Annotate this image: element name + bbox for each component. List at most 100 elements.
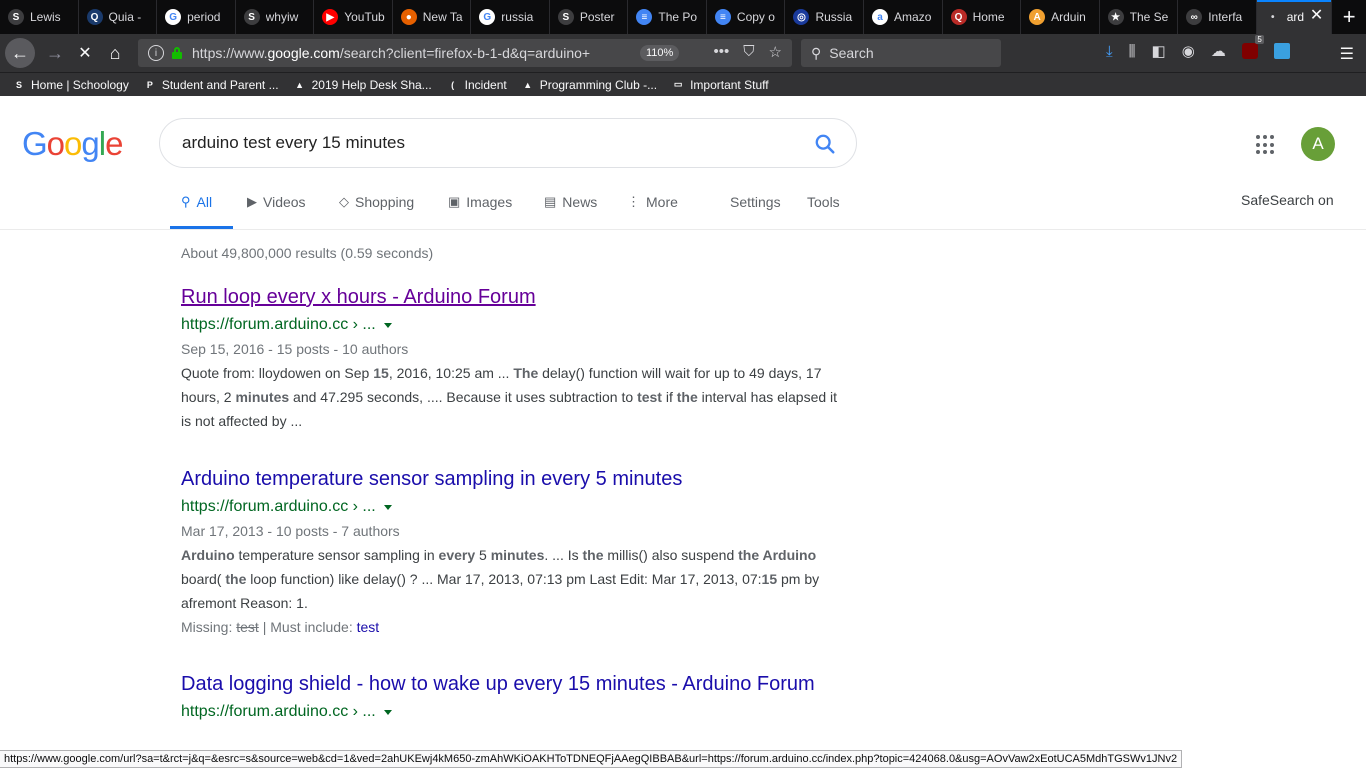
browser-tab[interactable]: S Lewis [0, 0, 79, 34]
bookmark-item[interactable]: ▲ Programming Club -... [521, 78, 657, 92]
google-apps-icon[interactable] [1256, 135, 1276, 155]
status-bar-link-preview: https://www.google.com/url?sa=t&rct=j&q=… [0, 750, 1183, 768]
bookmark-icon: ▭ [673, 79, 683, 89]
bookmark-item[interactable]: ▭ Important Stuff [671, 78, 769, 92]
browser-tab[interactable]: ∞ Interfa [1178, 0, 1257, 34]
close-tab-icon[interactable]: ✕ [1310, 8, 1323, 24]
zoom-badge[interactable]: 110% [640, 45, 680, 61]
account-icon[interactable]: ◉ [1182, 42, 1195, 60]
logo-letter: o [46, 125, 65, 162]
tab-title: ard [1286, 10, 1305, 24]
browser-tab[interactable]: ▶ YouTub [314, 0, 393, 34]
bookmark-item[interactable]: S Home | Schoology [12, 78, 129, 92]
bookmark-label: Home | Schoology [31, 77, 129, 92]
must-include-link[interactable]: test [357, 619, 380, 635]
tab-title: Copy o [736, 10, 775, 24]
result-title-link[interactable]: Run loop every x hours - Arduino Forum [181, 283, 841, 311]
browser-tab[interactable]: Q Home [943, 0, 1022, 34]
result-url[interactable]: https://forum.arduino.cc › ... [181, 700, 841, 724]
extension-icon[interactable]: ☁ [1211, 42, 1226, 60]
hamburger-menu-icon[interactable]: ☰ [1340, 44, 1354, 64]
must-include-label: | Must include: [262, 619, 353, 635]
forward-button[interactable]: → [40, 38, 70, 68]
search-tabs: ⚲ All ▶ Videos ◇ Shopping ▣ Images ▤ New… [0, 182, 1366, 230]
dropdown-caret-icon[interactable] [383, 504, 392, 510]
tab-images[interactable]: ▣ Images [448, 194, 512, 210]
home-button[interactable]: ⌂ [100, 38, 130, 68]
browser-tab[interactable]: ★ The Se [1100, 0, 1179, 34]
browser-tab[interactable]: Q Quia - [79, 0, 158, 34]
new-tab-button[interactable]: + [1332, 0, 1366, 34]
tab-news[interactable]: ▤ News [544, 194, 597, 210]
browser-search-bar[interactable]: ⚲ Search [801, 39, 1001, 67]
logo-letter: e [105, 125, 123, 162]
result-snippet: Arduino temperature sensor sampling in e… [181, 547, 820, 611]
search-placeholder: Search [829, 45, 874, 61]
page-actions-icon[interactable]: ••• [714, 43, 730, 61]
avatar[interactable]: A [1301, 127, 1335, 161]
bookmark-item[interactable]: ( Incident [446, 78, 507, 92]
tools-link[interactable]: Tools [807, 194, 840, 210]
result-url-text: https://forum.arduino.cc › ... [181, 498, 376, 515]
result-url[interactable]: https://forum.arduino.cc › ... [181, 495, 841, 519]
dropdown-caret-icon[interactable] [383, 709, 392, 715]
browser-tab[interactable]: ≡ Copy o [707, 0, 786, 34]
back-button[interactable]: ← [5, 38, 35, 68]
google-logo[interactable]: Google [22, 125, 123, 163]
browser-tab[interactable]: Gperiod [157, 0, 236, 34]
result-snippet: Quote from: lloydowen on Sep 15, 2016, 1… [181, 365, 838, 429]
browser-tab[interactable]: ≡ The Po [628, 0, 707, 34]
bookmark-item[interactable]: P Student and Parent ... [143, 78, 279, 92]
ublock-icon[interactable]: 5 [1241, 35, 1264, 59]
browser-tab[interactable]: ◎ Russia [785, 0, 865, 34]
url-text[interactable]: https://www.google.com/search?client=fir… [192, 45, 612, 61]
search-icon[interactable] [814, 133, 836, 155]
tab-more[interactable]: ⋮ More [627, 194, 678, 210]
extension-blue-icon[interactable] [1273, 43, 1290, 59]
bookmark-item[interactable]: ▲ 2019 Help Desk Sha... [293, 78, 432, 92]
result-url[interactable]: https://forum.arduino.cc › ... [181, 313, 841, 337]
bookmark-icon: ▲ [523, 79, 533, 90]
browser-tab[interactable]: ● New Ta [393, 0, 472, 34]
stop-button[interactable]: ✕ [70, 38, 100, 68]
search-box[interactable] [159, 118, 857, 168]
browser-tab[interactable]: Grussia [471, 0, 550, 34]
tab-favicon-icon: ◎ [793, 9, 810, 25]
dropdown-caret-icon[interactable] [383, 322, 392, 328]
safesearch-label[interactable]: SafeSearch on [1241, 192, 1334, 208]
lock-icon[interactable] [172, 47, 182, 59]
info-icon[interactable]: i [148, 45, 164, 61]
library-icon[interactable]: ⫼ [1129, 43, 1136, 60]
result-title-link[interactable]: Arduino temperature sensor sampling in e… [181, 465, 841, 493]
tab-shopping[interactable]: ◇ Shopping [339, 194, 414, 210]
browser-tab[interactable]: a Amazo [864, 0, 943, 34]
search-result: Run loop every x hours - Arduino Forum h… [181, 283, 841, 433]
result-date: Mar 17, 2013 - 10 posts - 7 authors [181, 523, 400, 539]
tab-title: Home [972, 10, 1005, 24]
search-input[interactable] [182, 133, 782, 153]
result-title-link[interactable]: Data logging shield - how to wake up eve… [181, 670, 841, 698]
tab-label: Shopping [355, 194, 415, 210]
sidebar-icon[interactable]: ◧ [1152, 42, 1166, 60]
tab-videos[interactable]: ▶ Videos [247, 194, 306, 210]
url-bar[interactable]: i https://www.google.com/search?client=f… [138, 39, 792, 67]
settings-link[interactable]: Settings [730, 194, 781, 210]
bookmarks-toolbar: S Home | Schoology P Student and Parent ...… [0, 72, 1366, 96]
bookmark-label: Incident [464, 77, 507, 92]
missing-term: test [236, 619, 259, 635]
tab-favicon-icon: S [557, 9, 574, 25]
browser-tab[interactable]: S Poster [550, 0, 629, 34]
search-icon: ⚲ [181, 194, 191, 209]
browser-tab-active[interactable]: • ard ✕ [1256, 0, 1333, 34]
bookmark-label: Important Stuff [690, 77, 769, 92]
download-icon[interactable]: ⤓ [1106, 43, 1113, 60]
tab-all[interactable]: ⚲ All [181, 194, 212, 210]
browser-tab[interactable]: A Arduin [1021, 0, 1100, 34]
tab-label: News [562, 194, 598, 210]
browser-tab[interactable]: Swhyiw [236, 0, 315, 34]
bookmark-icon: ( [451, 79, 455, 90]
image-icon: ▣ [448, 194, 461, 209]
google-results-page: Google A ⚲ All ▶ Videos ◇ Shopping ▣ Ima… [0, 96, 1366, 768]
pocket-icon[interactable]: ⛉ [743, 43, 754, 61]
bookmark-star-icon[interactable]: ☆ [769, 43, 782, 61]
